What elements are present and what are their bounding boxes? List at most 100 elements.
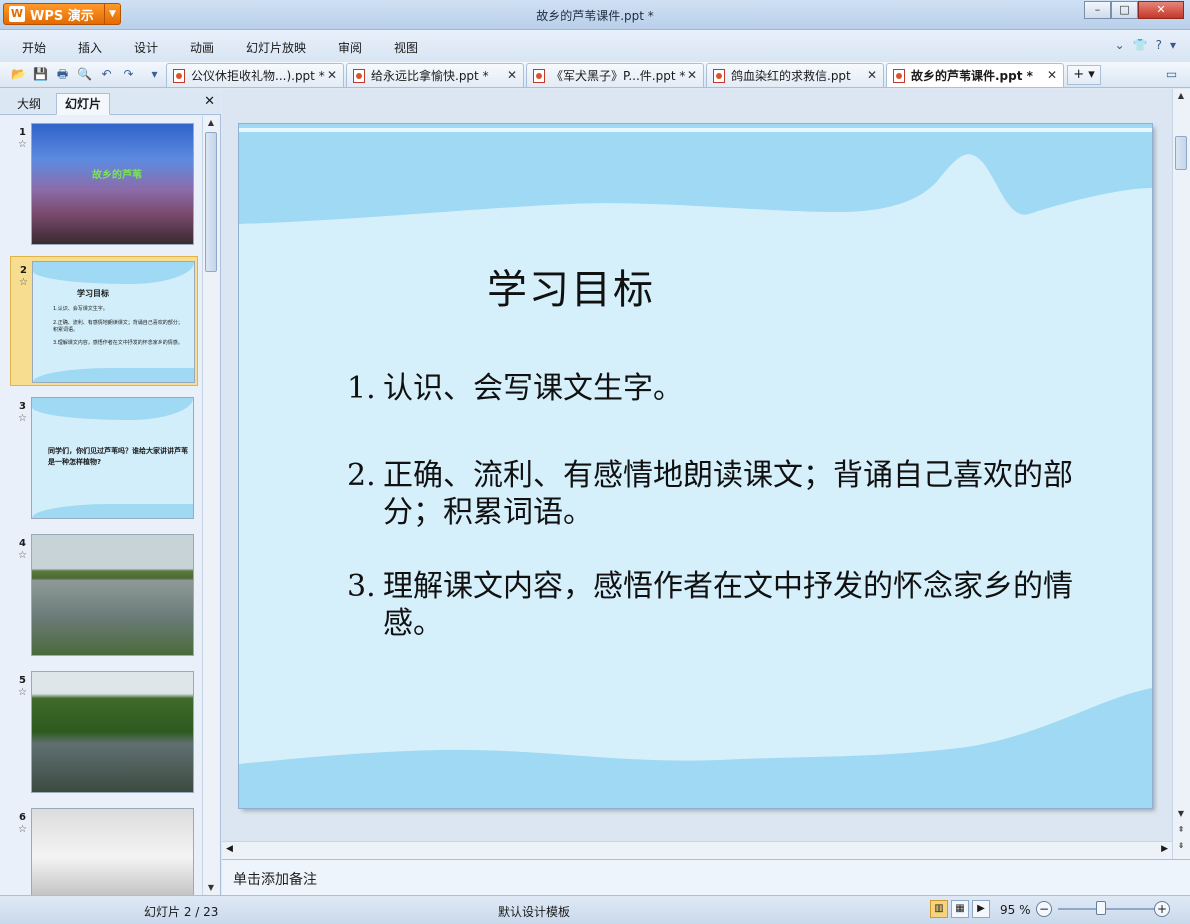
previous-slide-icon[interactable]: ⇞ [1173, 823, 1189, 837]
design-template[interactable]: 默认设计模板 [498, 903, 570, 920]
slide-point-2[interactable]: 2. 正确、流利、有感情地朗读课文；背诵自己喜欢的部分；积累词语。 [347, 457, 1107, 531]
close-tab-icon[interactable]: ✕ [867, 68, 877, 82]
thumbnail-image: 故乡的芦苇 [31, 123, 194, 245]
slide-sorter-icon[interactable]: ▦ [951, 900, 969, 918]
doc-tab-5-active[interactable]: 故乡的芦苇课件.ppt * ✕ [886, 63, 1064, 87]
redo-icon[interactable]: ↷ [120, 66, 137, 83]
open-folder-icon[interactable]: 📂 [10, 66, 27, 83]
pane-tabs: 大纲 幻灯片 ✕ [0, 89, 221, 115]
point-text: 理解课文内容，感悟作者在文中抒发的怀念家乡的情感。 [383, 569, 1073, 641]
undo-icon[interactable]: ↶ [98, 66, 115, 83]
scroll-left-icon[interactable]: ◀ [226, 844, 233, 854]
doc-tab-1[interactable]: 公仪休拒收礼物...).ppt * ✕ [166, 63, 344, 87]
slide-thumbnail-6[interactable]: 6 ☆ [10, 804, 198, 895]
tab-slides[interactable]: 幻灯片 [56, 93, 111, 115]
doc-tab-label: 给永远比拿愉快.ppt * [371, 69, 489, 83]
current-slide[interactable]: 学习目标 1. 认识、会写课文生字。 2. 正确、流利、有感情地朗读课文；背诵自… [239, 124, 1152, 808]
editor-vertical-scrollbar[interactable]: ▲ ▼ ⇞ ⇟ [1172, 89, 1190, 859]
thumbnail-line: 2.正确、流利、有感情地朗读课文；背诵自己喜欢的部分；积累词语。 [53, 320, 183, 333]
slide-thumbnail-2[interactable]: 2 ☆ 学习目标 1.认识、会写课文生字。 2.正确、流利、有感情地朗读课文；背… [10, 256, 198, 386]
save-icon[interactable]: 💾 [32, 66, 49, 83]
help-icon[interactable]: ? [1156, 38, 1162, 52]
zoom-slider-thumb[interactable] [1096, 901, 1107, 915]
scroll-right-icon[interactable]: ▶ [1161, 844, 1168, 854]
thumbnail-scrollbar[interactable]: ▲ ▼ [202, 116, 219, 895]
point-number: 3. [347, 569, 376, 604]
chevron-down-icon[interactable]: ▾ [1170, 38, 1176, 52]
print-preview-icon[interactable]: 🔍 [76, 66, 93, 83]
slide-point-1[interactable]: 1. 认识、会写课文生字。 [347, 370, 1107, 407]
print-icon[interactable]: 🖶 [54, 66, 71, 83]
maximize-button[interactable]: □ [1111, 1, 1138, 19]
menu-home[interactable]: 开始 [22, 39, 46, 56]
ribbon-collapse-icon[interactable]: ⌄ [1115, 38, 1125, 52]
customize-toolbar-icon[interactable]: ▾ [146, 66, 163, 83]
star-icon: ☆ [18, 139, 27, 150]
star-icon: ☆ [19, 277, 28, 288]
tab-outline[interactable]: 大纲 [8, 93, 50, 115]
doc-tab-label: 《军犬黑子》P...件.ppt * [551, 69, 686, 83]
doc-tab-4[interactable]: 鸽血染红的求救信.ppt ✕ [706, 63, 884, 87]
notes-placeholder[interactable]: 单击添加备注 [233, 869, 317, 889]
thumbnail-line: 3.理解课文内容，感悟作者在文中抒发的怀念家乡的情感。 [53, 340, 183, 346]
skin-shirt-icon[interactable]: 👕 [1133, 38, 1148, 52]
thumbnail-number: 1 [19, 127, 26, 138]
slide-editor: 学习目标 1. 认识、会写课文生字。 2. 正确、流利、有感情地朗读课文；背诵自… [222, 89, 1172, 859]
thumbnail-number: 6 [19, 812, 26, 823]
next-slide-icon[interactable]: ⇟ [1173, 839, 1189, 853]
slide-thumbnail-5[interactable]: 5 ☆ [10, 667, 198, 797]
close-tab-icon[interactable]: ✕ [327, 68, 337, 82]
doc-tab-label: 公仪休拒收礼物...).ppt * [191, 69, 325, 83]
title-bar: W WPS 演示 ▼ 故乡的芦苇课件.ppt * – □ ✕ [0, 0, 1190, 30]
slideshow-view-icon[interactable]: ▶ [972, 900, 990, 918]
scroll-up-icon[interactable]: ▲ [203, 116, 219, 130]
doc-tab-2[interactable]: 给永远比拿愉快.ppt * ✕ [346, 63, 524, 87]
menu-slideshow[interactable]: 幻灯片放映 [246, 39, 306, 56]
thumbnail-image: 同学们，你们见过芦苇吗？谁给大家讲讲芦苇是一种怎样植物? [31, 397, 194, 519]
menu-design[interactable]: 设计 [134, 39, 158, 56]
zoom-out-icon[interactable]: − [1036, 901, 1052, 917]
close-tab-icon[interactable]: ✕ [507, 68, 517, 82]
thumbnail-number: 4 [19, 538, 26, 549]
star-icon: ☆ [18, 824, 27, 835]
scroll-down-icon[interactable]: ▼ [1173, 807, 1189, 821]
point-text: 认识、会写课文生字。 [383, 371, 683, 406]
ppt-file-icon [533, 68, 545, 83]
close-pane-icon[interactable]: ✕ [204, 94, 215, 109]
close-button[interactable]: ✕ [1138, 1, 1184, 19]
doc-tab-label: 故乡的芦苇课件.ppt * [911, 69, 1033, 83]
menu-insert[interactable]: 插入 [78, 39, 102, 56]
thumbnail-text: 同学们，你们见过芦苇吗？谁给大家讲讲芦苇是一种怎样植物? [48, 447, 188, 466]
scroll-up-icon[interactable]: ▲ [1173, 89, 1189, 103]
slide-thumbnail-3[interactable]: 3 ☆ 同学们，你们见过芦苇吗？谁给大家讲讲芦苇是一种怎样植物? [10, 393, 198, 523]
toolbar: 📂 💾 🖶 🔍 ↶ ↷ ▾ 公仪休拒收礼物...).ppt * ✕ 给永远比拿愉… [0, 62, 1190, 88]
notes-pane[interactable]: 单击添加备注 [222, 859, 1190, 895]
slide-title[interactable]: 学习目标 [487, 257, 655, 315]
slide-thumbnail-4[interactable]: 4 ☆ [10, 530, 198, 660]
window-title: 故乡的芦苇课件.ppt * [536, 9, 654, 23]
minimize-button[interactable]: – [1084, 1, 1111, 19]
thumbnail-image: 学习目标 1.认识、会写课文生字。 2.正确、流利、有感情地朗读课文；背诵自己喜… [32, 261, 195, 383]
menu-animation[interactable]: 动画 [190, 39, 214, 56]
zoom-in-icon[interactable]: + [1154, 901, 1170, 917]
thumbnail-line: 1.认识、会写课文生字。 [53, 306, 108, 312]
doc-tab-3[interactable]: 《军犬黑子》P...件.ppt * ✕ [526, 63, 704, 87]
scroll-down-icon[interactable]: ▼ [203, 881, 219, 895]
close-tab-icon[interactable]: ✕ [687, 68, 697, 82]
editor-horizontal-scrollbar[interactable]: ◀ ▶ [222, 841, 1172, 859]
thumbnail-number: 5 [19, 675, 26, 686]
scrollbar-thumb[interactable] [205, 132, 217, 272]
menu-view[interactable]: 视图 [394, 39, 418, 56]
scrollbar-thumb[interactable] [1175, 136, 1187, 170]
point-text: 正确、流利、有感情地朗读课文；背诵自己喜欢的部分；积累词语。 [383, 458, 1073, 530]
normal-view-icon[interactable]: ▥ [930, 900, 948, 918]
star-icon: ☆ [18, 550, 27, 561]
window-layout-icon[interactable]: ▭ [1163, 66, 1180, 83]
slide-thumbnail-1[interactable]: 1 ☆ 故乡的芦苇 [10, 119, 198, 249]
menu-review[interactable]: 审阅 [338, 39, 362, 56]
close-tab-icon[interactable]: ✕ [1047, 68, 1057, 82]
thumbnail-image [31, 534, 194, 656]
zoom-level[interactable]: 95 % [1000, 903, 1031, 917]
slide-point-3[interactable]: 3. 理解课文内容，感悟作者在文中抒发的怀念家乡的情感。 [347, 568, 1107, 642]
new-tab-button[interactable]: + ▾ [1067, 65, 1101, 85]
